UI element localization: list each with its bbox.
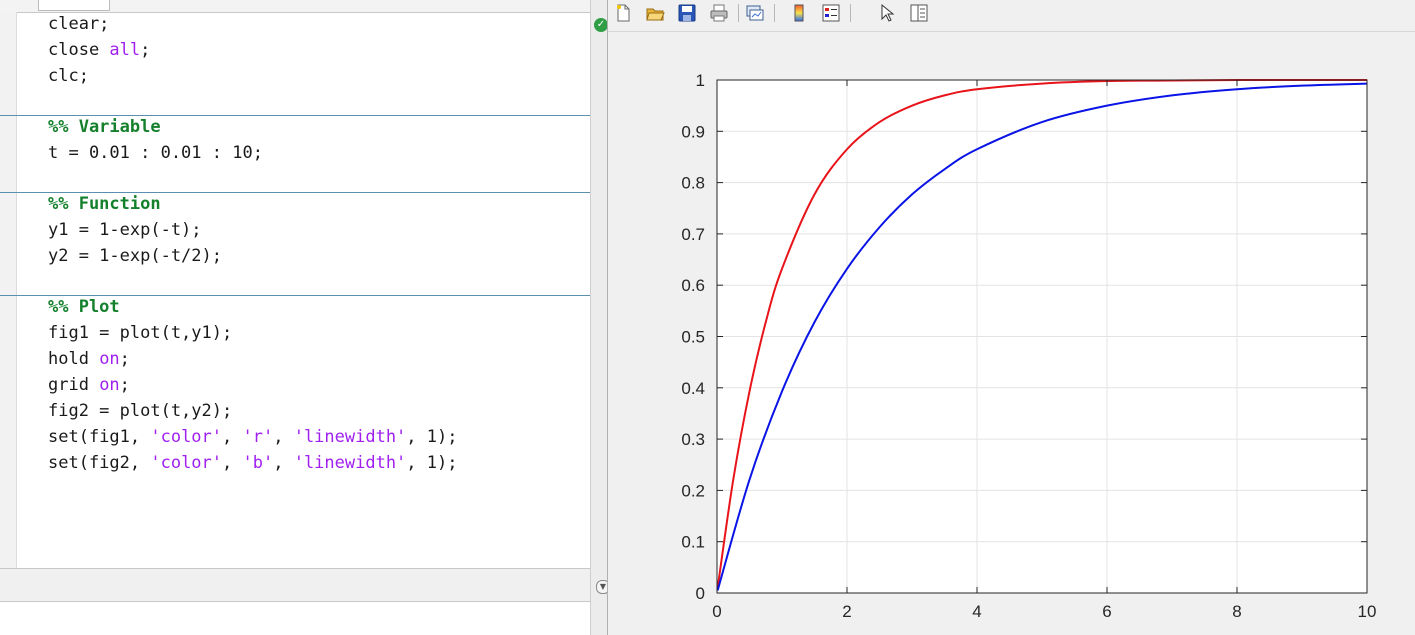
code-text: ; [119, 375, 130, 395]
string-literal: 'b' [242, 453, 274, 473]
code-text: , [273, 453, 294, 473]
code-text: , 1); [406, 453, 458, 473]
y-tick-label: 0.7 [681, 225, 705, 244]
code-line: set(fig2, 'color', 'b', 'linewidth', 1); [48, 453, 457, 473]
keyword: all [109, 40, 141, 60]
panel-splitter[interactable]: ✓ ▼ [590, 0, 610, 635]
code-text: hold [48, 349, 100, 369]
keyword: on [99, 375, 120, 395]
y-tick-label: 0.8 [681, 174, 705, 193]
y-tick-label: 0.1 [681, 533, 705, 552]
code-text: grid [48, 375, 100, 395]
x-tick-label: 2 [842, 602, 851, 621]
x-tick-label: 4 [972, 602, 981, 621]
cell-title: %% Variable [48, 117, 161, 137]
code-line: fig2 = plot(t,y2); [48, 401, 232, 421]
code-line: t = 0.01 : 0.01 : 10; [48, 143, 263, 163]
code-line: close all; [48, 40, 150, 60]
code-text: , 1); [406, 427, 458, 447]
y-tick-label: 0.3 [681, 430, 705, 449]
code-text: clc; [48, 66, 89, 86]
code-text: clear; [48, 14, 110, 34]
code-line: fig1 = plot(t,y1); [48, 323, 232, 343]
x-tick-label: 0 [712, 602, 721, 621]
code-text: , [222, 453, 243, 473]
string-literal: 'r' [242, 427, 274, 447]
x-tick-label: 8 [1232, 602, 1241, 621]
y-tick-label: 0.6 [681, 276, 705, 295]
string-literal: 'linewidth' [293, 427, 407, 447]
editor-horizontal-scrollbar[interactable] [0, 568, 590, 602]
x-tick-label: 6 [1102, 602, 1111, 621]
code-line: y1 = 1-exp(-t); [48, 220, 202, 240]
y-tick-label: 0.5 [681, 328, 705, 347]
y-tick-label: 0.9 [681, 122, 705, 141]
string-literal: 'color' [150, 453, 223, 473]
y-tick-label: 0.2 [681, 481, 705, 500]
code-text: fig1 = plot(t,y1); [48, 323, 233, 343]
code-text: y1 = 1-exp(-t); [48, 220, 202, 240]
code-text: , [273, 427, 294, 447]
code-line: hold on; [48, 349, 130, 369]
cell-divider [0, 115, 590, 116]
code-line: grid on; [48, 375, 130, 395]
code-line: y2 = 1-exp(-t/2); [48, 246, 222, 266]
code-text: set(fig2, [48, 453, 151, 473]
command-window-area[interactable] [0, 602, 590, 635]
code-line: %% Variable [48, 117, 161, 137]
code-text: ; [119, 349, 130, 369]
code-text: close [48, 40, 110, 60]
code-text: y2 = 1-exp(-t/2); [48, 246, 222, 266]
cell-title: %% Plot [48, 297, 120, 317]
code-text: fig2 = plot(t,y2); [48, 401, 233, 421]
plot-axes[interactable]: 0 2 4 6 8 10 0 0.1 0.2 0.3 0.4 0.5 0.6 0.7 0.8 0.9 1 [608, 0, 1415, 635]
editor-tab[interactable] [38, 0, 110, 11]
code-line: clc; [48, 66, 89, 86]
code-line: %% Function [48, 194, 161, 214]
code-line: set(fig1, 'color', 'r', 'linewidth', 1); [48, 427, 457, 447]
code-text: ; [140, 40, 151, 60]
cell-title: %% Function [48, 194, 161, 214]
y-tick-label: 0.4 [681, 379, 705, 398]
keyword: on [99, 349, 120, 369]
y-tick-label: 0 [696, 584, 705, 603]
code-editor[interactable]: clear; close all; clc; %% Variable t = 0… [0, 0, 590, 635]
code-text: set(fig1, [48, 427, 151, 447]
code-text: , [222, 427, 243, 447]
figure-window[interactable]: 0 2 4 6 8 10 0 0.1 0.2 0.3 0.4 0.5 0.6 0.7 0.8 0.9 1 [607, 0, 1415, 635]
string-literal: 'linewidth' [293, 453, 407, 473]
y-tick-label: 1 [696, 71, 705, 90]
cell-divider [0, 192, 590, 193]
code-analyzer-ok-icon[interactable]: ✓ [594, 18, 608, 32]
cell-divider [0, 295, 590, 296]
string-literal: 'color' [150, 427, 223, 447]
code-area[interactable]: clear; close all; clc; %% Variable t = 0… [0, 12, 590, 568]
code-text: t = 0.01 : 0.01 : 10; [48, 143, 263, 163]
code-line: clear; [48, 14, 109, 34]
code-line: %% Plot [48, 297, 120, 317]
x-tick-label: 10 [1358, 602, 1377, 621]
editor-gutter [0, 12, 17, 568]
